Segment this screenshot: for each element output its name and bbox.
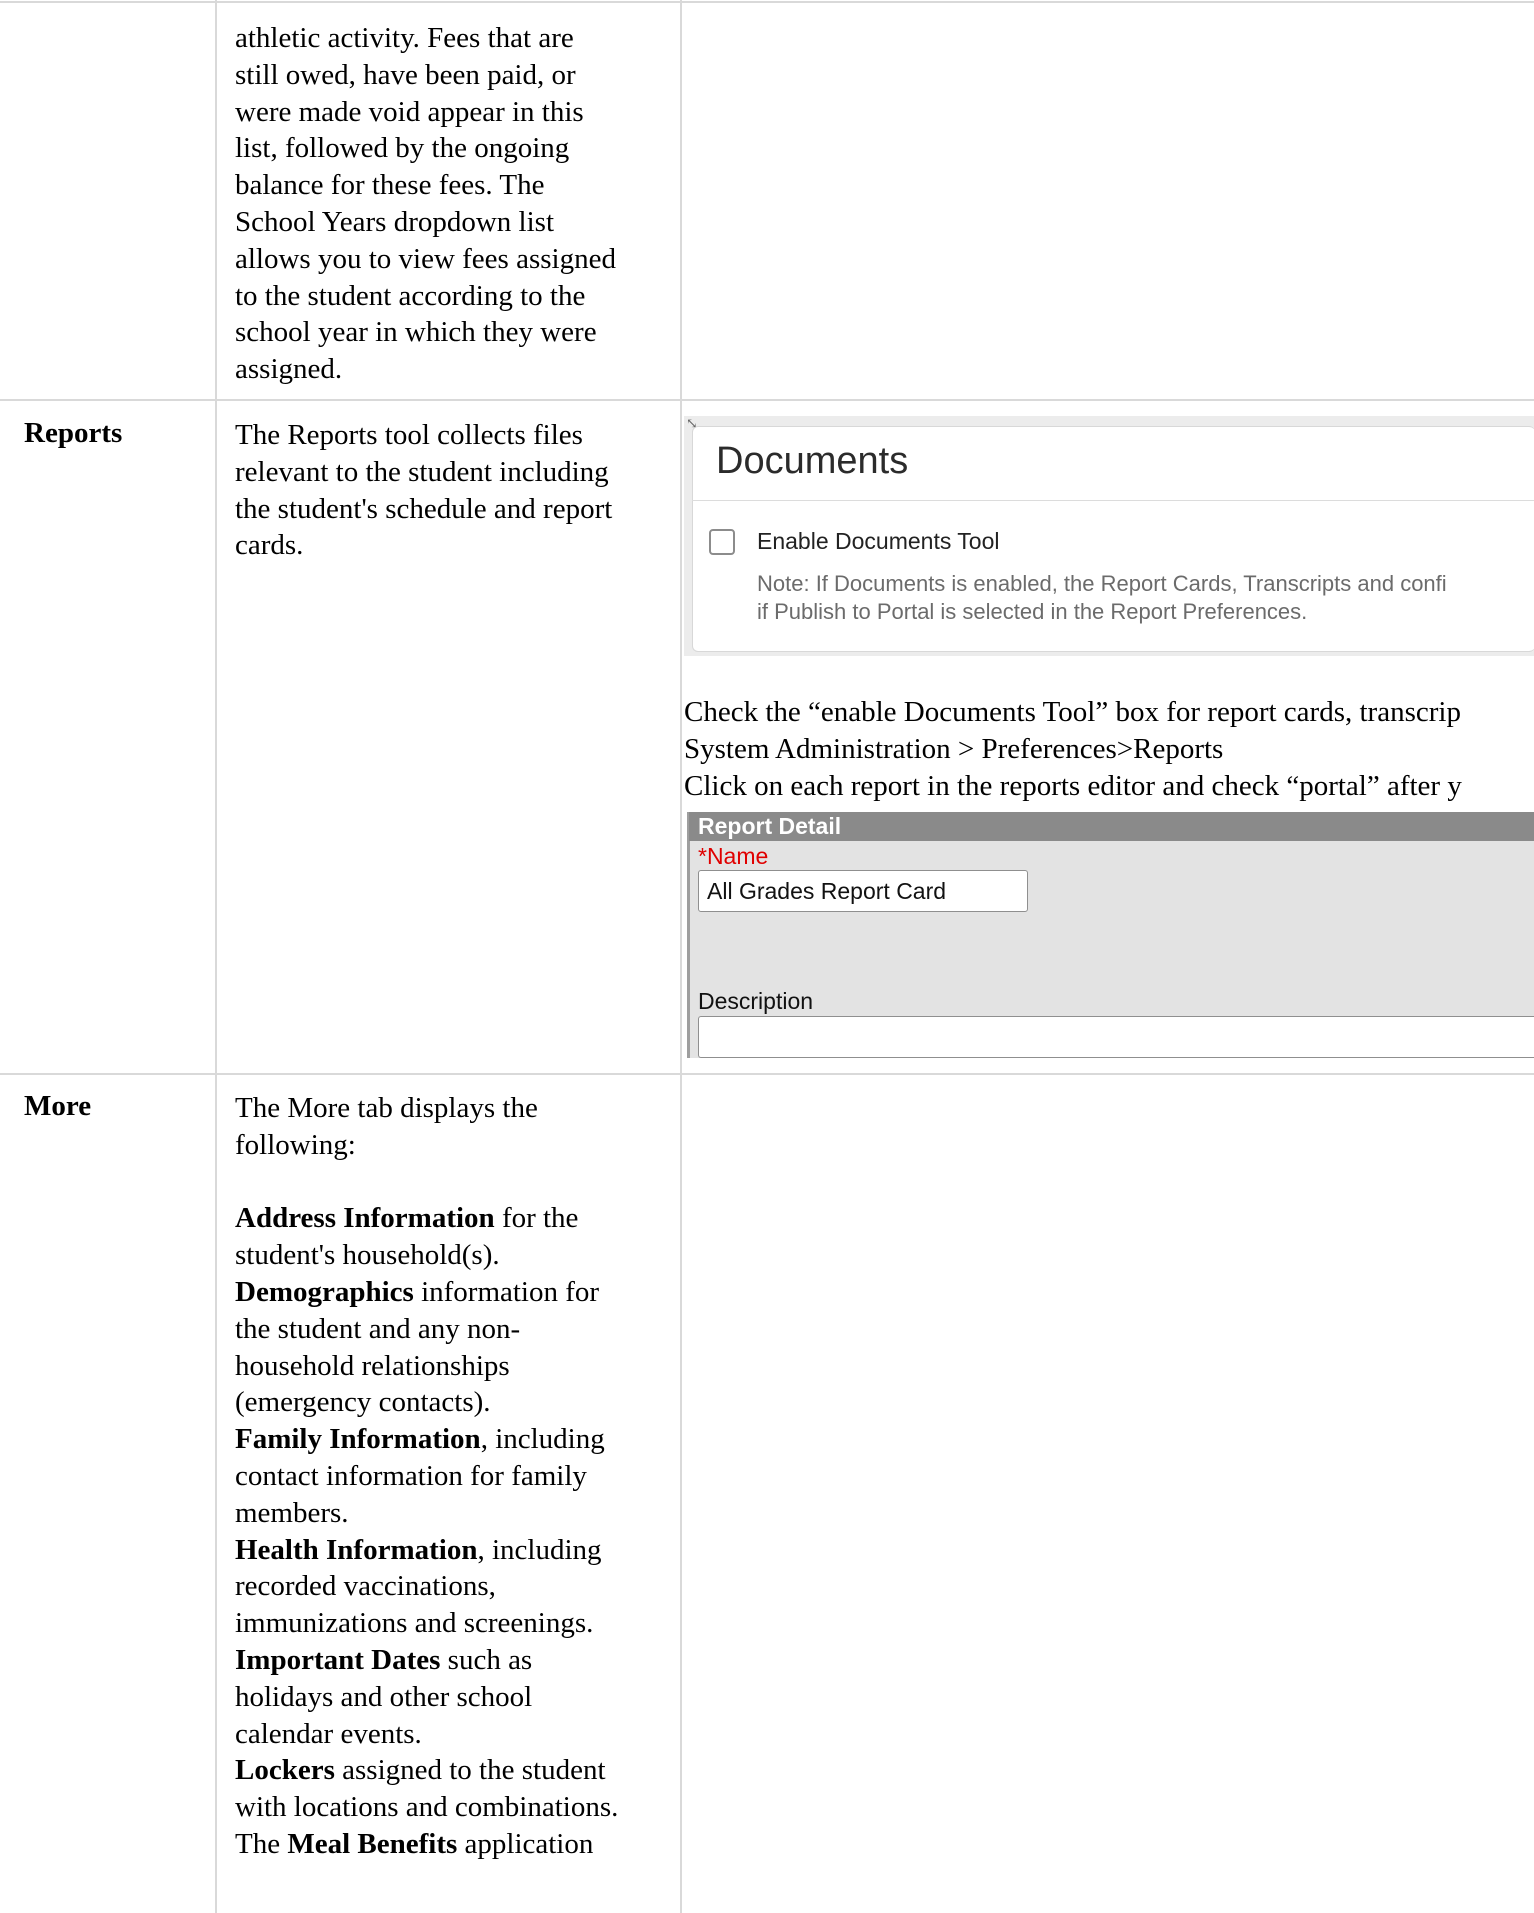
text-line: Address Information for the <box>235 1200 618 1237</box>
text-line: assigned. <box>235 353 343 386</box>
text-line: allows you to view fees assigned <box>235 242 616 275</box>
enable-documents-checkbox[interactable] <box>709 529 735 555</box>
text-line: contact information for family <box>235 1459 587 1492</box>
text-line: school year in which they were <box>235 316 597 349</box>
row-label-reports: Reports <box>24 417 123 449</box>
instruction-line: Check the “enable Documents Tool” box fo… <box>684 696 1461 728</box>
reports-instructions: Check the “enable Documents Tool” box fo… <box>684 694 1462 804</box>
text-line: athletic activity. Fees that are <box>235 22 574 54</box>
text-line: household relationships <box>235 1349 510 1382</box>
address-information-term: Address Information <box>235 1202 495 1235</box>
text-line: members. <box>235 1496 349 1529</box>
documents-divider <box>692 500 1534 501</box>
text-line: (emergency contacts). <box>235 1386 491 1419</box>
row-label-more: More <box>24 1090 92 1122</box>
enable-documents-label: Enable Documents Tool <box>757 528 1000 554</box>
text-line: Important Dates such as <box>235 1642 618 1679</box>
text-line: cards. <box>235 529 304 562</box>
documents-title: Documents <box>716 440 909 482</box>
text-span: for the <box>494 1202 579 1235</box>
report-description-label: Description <box>698 988 814 1014</box>
text-line: following: <box>235 1128 356 1161</box>
text-line: Demographics information for <box>235 1274 618 1311</box>
text-line: School Years dropdown list <box>235 205 555 238</box>
health-information-term: Health Information <box>235 1533 478 1566</box>
table-row-divider <box>0 1073 1534 1075</box>
text-line: the student and any non- <box>235 1312 521 1345</box>
text-span: application <box>457 1827 594 1860</box>
text-line: still owed, have been paid, or <box>235 58 576 91</box>
text-span: such as <box>440 1643 533 1676</box>
table-column-divider <box>215 0 217 1913</box>
report-name-input[interactable]: All Grades Report Card <box>698 870 1028 912</box>
table-border-top <box>0 1 1534 3</box>
lockers-term: Lockers <box>235 1754 335 1787</box>
documents-note: Note: If Documents is enabled, the Repor… <box>757 570 1447 626</box>
table-row-divider <box>0 399 1534 401</box>
meal-benefits-term: Meal Benefits <box>287 1827 458 1860</box>
text-span: , including <box>477 1533 602 1566</box>
text-line: the student's schedule and report <box>235 492 613 525</box>
text-line: student's household(s). <box>235 1239 500 1272</box>
text-line: list, followed by the ongoing <box>235 132 570 165</box>
important-dates-term: Important Dates <box>235 1643 441 1676</box>
text-span: The <box>235 1827 288 1860</box>
text-line: The Reports tool collects files <box>235 419 583 451</box>
more-description: The More tab displays the following: Add… <box>235 1090 618 1863</box>
report-detail-header: Report Detail <box>689 812 1534 841</box>
note-line: Note: If Documents is enabled, the Repor… <box>757 571 1447 596</box>
report-name-label: *Name <box>698 843 769 869</box>
text-line: Health Information, including <box>235 1532 618 1569</box>
reports-description: The Reports tool collects files relevant… <box>235 417 612 564</box>
text-line: with locations and combinations. <box>235 1791 619 1824</box>
family-information-term: Family Information <box>235 1423 481 1456</box>
report-description-input[interactable] <box>698 1016 1534 1058</box>
text-line: The More tab displays the <box>235 1092 538 1124</box>
text-span: information for <box>413 1275 600 1308</box>
table-column-divider <box>680 0 682 1913</box>
text-line: recorded vaccinations, <box>235 1570 496 1603</box>
note-line: if Publish to Portal is selected in the … <box>757 599 1308 624</box>
text-line: to the student according to the <box>235 279 586 312</box>
text-line: The Meal Benefits application <box>235 1826 618 1863</box>
text-line: Lockers assigned to the student <box>235 1752 618 1789</box>
text-line: Family Information, including <box>235 1421 618 1458</box>
text-line: balance for these fees. The <box>235 169 545 202</box>
text-line: relevant to the student including <box>235 455 609 488</box>
instruction-line: Click on each report in the reports edit… <box>684 769 1462 802</box>
demographics-term: Demographics <box>235 1275 414 1308</box>
text-span: , including <box>480 1423 605 1456</box>
document-page: athletic activity. Fees that are still o… <box>0 0 1534 1913</box>
text-line: immunizations and screenings. <box>235 1607 594 1640</box>
text-line: were made void appear in this <box>235 95 584 128</box>
text-line: calendar events. <box>235 1717 422 1750</box>
text-span: assigned to the student <box>334 1754 606 1787</box>
fees-description: athletic activity. Fees that are still o… <box>235 20 616 388</box>
instruction-line: System Administration > Preferences>Repo… <box>684 732 1224 765</box>
resize-mark-icon: ⤡ <box>686 417 698 432</box>
text-line: holidays and other school <box>235 1680 533 1713</box>
